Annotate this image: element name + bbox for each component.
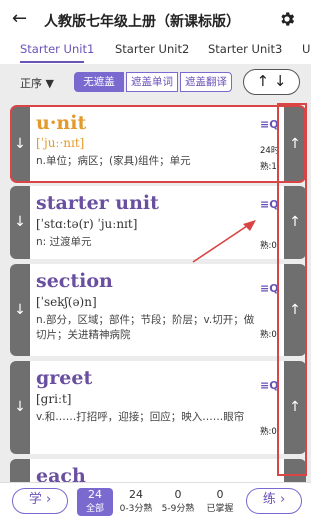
word-text: each [36, 465, 86, 482]
down-arrow-icon[interactable]: ↓ [10, 186, 30, 259]
stat-all[interactable]: 24 全部 [77, 488, 113, 516]
lookup-icon[interactable]: ≡Q [260, 198, 279, 211]
stat-label: 已掌握 [206, 504, 234, 514]
stat-count: 0 [216, 488, 224, 501]
back-arrow-icon[interactable]: ← [12, 9, 27, 29]
down-arrow-icon[interactable]: ↓ [10, 361, 30, 454]
meaning-text: n.部分，区域；部件；节段；阶层；v.切开；做切片；关进精神病院 [36, 314, 255, 341]
stat-label: 5-9分熟 [161, 504, 195, 514]
familiarity-label: 熟:0 [260, 330, 277, 340]
stat-mastered[interactable]: 0 已掌握 [202, 488, 238, 514]
sort-toggle-button[interactable]: ↑ ↓ [243, 69, 300, 95]
annotation-arrow-icon [192, 220, 256, 263]
phonetic-text: [ˈsekʃ(ə)n] [36, 295, 97, 309]
word-card[interactable]: ↓ greet [griːt] v.和……打招呼，迎接；回应；映入……眼帘 ≡Q… [10, 361, 306, 454]
stat-label: 0-3分熟 [119, 504, 153, 514]
stat-label: 全部 [85, 504, 104, 514]
word-card[interactable]: ↓ starter unit [ˈstɑːtə(r) ˈjuːnɪt] n: 过… [10, 186, 306, 259]
bottom-bar: 学 › 24 全部 24 0-3分熟 0 5-9分熟 0 已掌握 练 › [0, 482, 311, 523]
practice-button[interactable]: 练 › [246, 488, 302, 514]
phonetic-text: [ˈstɑːtə(r) ˈjuːnɪt] [36, 217, 138, 231]
word-text: greet [36, 367, 93, 389]
stat-count: 24 [88, 488, 102, 501]
tab-unit-partial[interactable]: U [302, 42, 310, 56]
familiarity-label: 熟:0 [260, 241, 277, 251]
order-dropdown[interactable]: 正序 ▼ [20, 75, 54, 91]
active-tab-indicator [20, 61, 84, 63]
down-arrow-icon[interactable] [10, 459, 30, 482]
tab-starter-unit2[interactable]: Starter Unit2 [115, 42, 189, 56]
filter-bar: 正序 ▼ 无遮盖 遮盖单词 遮盖翻译 ↑ ↓ [0, 64, 311, 102]
word-card[interactable]: ↓ section [ˈsekʃ(ə)n] n.部分，区域；部件；节段；阶层；v… [10, 264, 306, 356]
stat-count: 0 [174, 488, 182, 501]
phonetic-text: [griːt] [36, 392, 72, 406]
cover-word-button[interactable]: 遮盖单词 [126, 72, 178, 92]
word-card[interactable]: each [10, 459, 306, 482]
up-column-highlight [277, 103, 307, 476]
tab-starter-unit1[interactable]: Starter Unit1 [20, 42, 94, 56]
meaning-text: v.和……打招呼，迎接；回应；映入……眼帘 [36, 411, 245, 423]
familiarity-label: 熟:0 [260, 427, 277, 437]
selected-card-highlight [10, 105, 306, 183]
tab-starter-unit3[interactable]: Starter Unit3 [208, 42, 282, 56]
stat-0-3[interactable]: 24 0-3分熟 [118, 488, 154, 514]
no-cover-button[interactable]: 无遮盖 [74, 72, 124, 92]
stat-count: 24 [129, 488, 143, 501]
cover-translation-button[interactable]: 遮盖翻译 [180, 72, 232, 92]
word-text: starter unit [36, 192, 159, 214]
unit-tabs: Starter Unit1 Starter Unit2 Starter Unit… [0, 40, 311, 64]
gear-icon[interactable] [278, 10, 296, 28]
lookup-icon[interactable]: ≡Q [260, 282, 279, 295]
learn-button[interactable]: 学 › [12, 488, 68, 514]
page-title: 人教版七年级上册（新课标版） [44, 14, 240, 30]
app-header: ← 人教版七年级上册（新课标版） [0, 0, 311, 40]
stat-5-9[interactable]: 0 5-9分熟 [160, 488, 196, 514]
down-arrow-icon[interactable]: ↓ [10, 264, 30, 356]
word-text: section [36, 270, 113, 292]
lookup-icon[interactable]: ≡Q [260, 379, 279, 392]
